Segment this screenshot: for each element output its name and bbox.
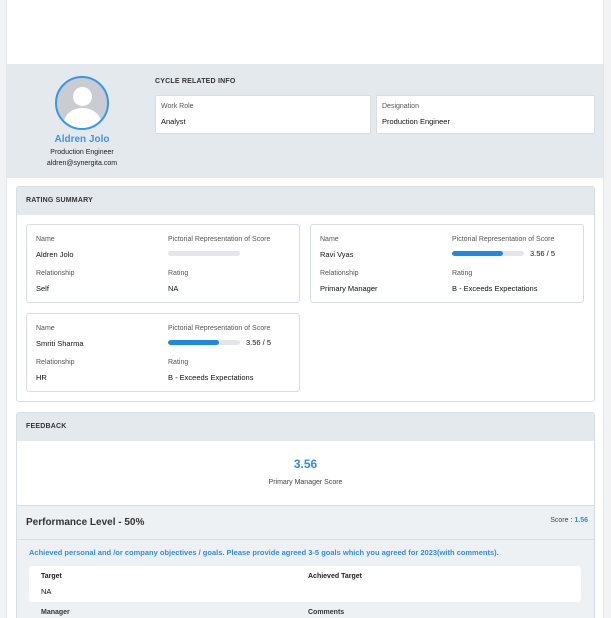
target-label: Target bbox=[41, 573, 62, 580]
employee-email: aldren@synergita.com bbox=[46, 160, 118, 167]
rating-label: Rating bbox=[452, 270, 473, 277]
designation-label: Designation bbox=[382, 103, 419, 110]
designation-value: Production Engineer bbox=[382, 117, 450, 126]
performance-level-title: Performance Level - 50% bbox=[26, 517, 145, 528]
rating-value: B - Exceeds Expectations bbox=[168, 373, 254, 382]
rating-label: Rating bbox=[168, 359, 189, 366]
work-role-value: Analyst bbox=[161, 117, 186, 126]
manager-label: Manager bbox=[41, 609, 70, 616]
relationship-value: HR bbox=[36, 373, 47, 382]
score-progress-bar bbox=[168, 340, 240, 345]
achieved-target-label: Achieved Target bbox=[308, 573, 362, 580]
score-progress-bar bbox=[452, 251, 524, 256]
pictorial-score-label: Pictorial Representation of Score bbox=[168, 236, 271, 243]
rating-value: B - Exceeds Expectations bbox=[452, 284, 538, 293]
relationship-label: Relationship bbox=[36, 359, 75, 366]
primary-manager-score-label: Primary Manager Score bbox=[268, 479, 343, 486]
primary-manager-score: 3.56 bbox=[293, 457, 318, 471]
appraisal-page: Aldren Jolo Production Engineer aldren@s… bbox=[6, 0, 604, 618]
pictorial-score-label: Pictorial Representation of Score bbox=[168, 325, 271, 332]
rater-name-label: Name bbox=[36, 236, 55, 243]
cycle-info-title: CYCLE RELATED INFO bbox=[155, 78, 236, 85]
relationship-label: Relationship bbox=[320, 270, 359, 277]
work-role-label: Work Role bbox=[161, 103, 194, 110]
relationship-value: Primary Manager bbox=[320, 284, 378, 293]
performance-level-section: Performance Level - 50% Score : 1.56 Ach… bbox=[17, 506, 594, 618]
avatar-body-shape bbox=[64, 108, 101, 128]
comments-label: Comments bbox=[308, 609, 345, 616]
rater-card-self: Name Aldren Jolo Pictorial Representatio… bbox=[26, 224, 300, 303]
target-box: Target NA Achieved Target bbox=[29, 566, 581, 602]
feedback-title: FEEDBACK bbox=[17, 413, 594, 441]
profile-section: Aldren Jolo Production Engineer aldren@s… bbox=[7, 64, 603, 178]
avatar-head-shape bbox=[73, 87, 92, 106]
rater-name: Aldren Jolo bbox=[36, 250, 74, 259]
rater-card-hr: Name Smriti Sharma Pictorial Representat… bbox=[26, 313, 300, 392]
performance-score-label: Score : bbox=[550, 517, 573, 524]
score-progress-bar bbox=[168, 251, 240, 256]
rater-card-primary-manager: Name Ravi Vyas Pictorial Representation … bbox=[310, 224, 584, 303]
relationship-value: Self bbox=[36, 284, 49, 293]
performance-score-value: 1.56 bbox=[574, 517, 588, 524]
rating-summary-title: RATING SUMMARY bbox=[17, 187, 594, 215]
relationship-label: Relationship bbox=[36, 270, 75, 277]
rater-name: Ravi Vyas bbox=[320, 250, 354, 259]
rating-summary-card: RATING SUMMARY Name Aldren Jolo Pictoria… bbox=[16, 186, 595, 402]
rater-name-label: Name bbox=[36, 325, 55, 332]
divider bbox=[17, 539, 594, 540]
employee-role: Production Engineer bbox=[50, 149, 114, 156]
target-value: NA bbox=[41, 587, 52, 596]
score-progress-fill bbox=[168, 340, 220, 345]
rater-name: Smriti Sharma bbox=[36, 339, 84, 348]
feedback-card: FEEDBACK 3.56 Primary Manager Score Perf… bbox=[16, 412, 595, 618]
work-role-box: Work Role Analyst bbox=[155, 95, 371, 134]
rating-label: Rating bbox=[168, 270, 189, 277]
rating-value: NA bbox=[168, 284, 179, 293]
designation-box: Designation Production Engineer bbox=[376, 95, 595, 134]
avatar bbox=[55, 76, 109, 130]
pictorial-score-label: Pictorial Representation of Score bbox=[452, 236, 555, 243]
performance-description: Achieved personal and /or company object… bbox=[29, 548, 499, 557]
score-text: 3.56 / 5 bbox=[246, 338, 272, 347]
rater-name-label: Name bbox=[320, 236, 339, 243]
performance-score: Score : 1.56 bbox=[550, 517, 588, 524]
score-text: 3.56 / 5 bbox=[530, 249, 556, 258]
employee-name: Aldren Jolo bbox=[54, 134, 110, 145]
score-progress-fill bbox=[452, 251, 504, 256]
